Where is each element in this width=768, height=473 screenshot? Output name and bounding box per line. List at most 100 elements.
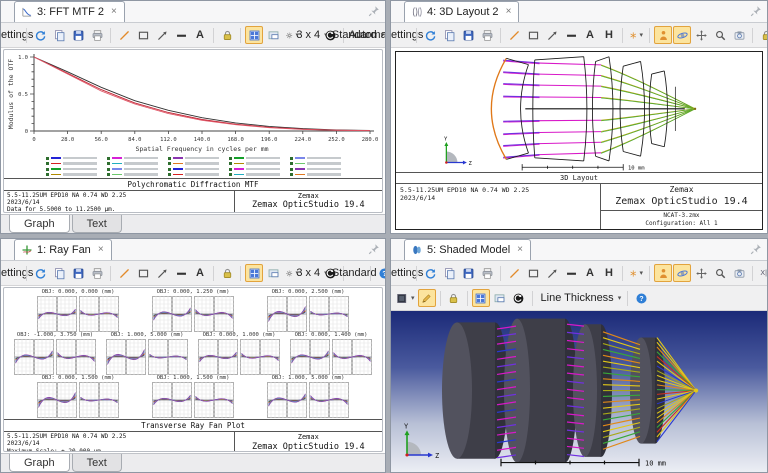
annotate-rectangle-button[interactable] (524, 26, 542, 44)
edge-pen-button[interactable] (418, 289, 436, 307)
view-xy-button[interactable]: X|Y (757, 264, 768, 282)
tab-3d-layout[interactable]: 4: 3D Layout 2 × (404, 1, 519, 22)
annotate-text-icon: A (196, 29, 204, 41)
fit-window-button[interactable] (245, 264, 263, 282)
text-tab[interactable]: Text (72, 215, 122, 233)
graph-tab[interactable]: Graph (9, 215, 70, 233)
annotate-halt-button[interactable]: H (600, 264, 618, 282)
annotate-dash-button[interactable] (562, 26, 580, 44)
refresh-button[interactable] (31, 264, 49, 282)
rayfan-content[interactable]: OBJ: 0.000, 0.000 (mm)OBJ: 0.000, 1.250 … (1, 286, 385, 453)
text-tab[interactable]: Text (72, 454, 122, 472)
close-icon[interactable]: × (517, 245, 523, 255)
invert-background-button[interactable] (510, 289, 528, 307)
help-button[interactable] (632, 289, 650, 307)
annotate-text-button[interactable]: A (191, 26, 209, 44)
pin-icon[interactable] (367, 4, 381, 18)
annotate-arrow-button[interactable] (543, 264, 561, 282)
close-icon[interactable]: × (506, 7, 512, 17)
pan-button[interactable] (692, 26, 710, 44)
save-button[interactable] (459, 264, 477, 282)
shaded-model-view[interactable]: Y Z 10 mm (391, 311, 767, 472)
save-button[interactable] (69, 26, 87, 44)
rotate-button[interactable] (654, 26, 672, 44)
annotate-text-icon: A (586, 29, 594, 41)
tab-ray-fan[interactable]: 1: Ray Fan × (14, 239, 112, 260)
graph-tab[interactable]: Graph (9, 454, 70, 472)
settings-button[interactable]: Settings (394, 264, 412, 282)
annotate-text-button[interactable]: A (581, 264, 599, 282)
help-button[interactable] (375, 264, 386, 282)
copy-button[interactable] (50, 26, 68, 44)
refresh-button[interactable] (421, 264, 439, 282)
zoom-button[interactable] (711, 26, 729, 44)
mtf-content[interactable]: 028.056.084.0112.0140.0168.0196.0224.025… (1, 48, 385, 214)
annotate-text-button[interactable]: A (581, 26, 599, 44)
layout-drawing[interactable]: Y Z 10 mm (396, 52, 762, 172)
standard-mode-button[interactable]: Standard▾ (348, 264, 366, 282)
print-button[interactable] (478, 26, 496, 44)
annotate-rectangle-button[interactable] (524, 264, 542, 282)
grid-size-button[interactable]: 3 x 4▾ (302, 26, 320, 44)
lock-button[interactable] (445, 289, 463, 307)
camera-button[interactable] (730, 264, 748, 282)
pin-icon[interactable] (749, 242, 763, 256)
print-button[interactable] (478, 264, 496, 282)
annotate-arrow-button[interactable] (543, 26, 561, 44)
color-swatch-button[interactable]: ▾ (394, 289, 417, 307)
settings-button[interactable]: Settings (4, 264, 22, 282)
ray-aiming-button[interactable]: ▾ (627, 264, 645, 282)
tab-shaded-model[interactable]: 5: Shaded Model × (404, 239, 531, 260)
annotate-line-button[interactable] (505, 26, 523, 44)
orbit-button[interactable] (673, 264, 691, 282)
pin-icon[interactable] (749, 4, 763, 18)
refresh-button[interactable] (421, 26, 439, 44)
copy-button[interactable] (440, 264, 458, 282)
settings-button[interactable]: Settings (394, 26, 412, 44)
grid-size-button[interactable]: 3 x 4▾ (302, 264, 320, 282)
tab-fft-mtf[interactable]: 3: FFT MTF 2 × (14, 1, 125, 22)
annotate-line-button[interactable] (505, 264, 523, 282)
fit-window-button[interactable] (472, 289, 490, 307)
annotate-halt-button[interactable]: H (600, 26, 618, 44)
aspect-ratio-button[interactable] (264, 264, 282, 282)
settings-button[interactable]: Settings (4, 26, 22, 44)
annotate-arrow-button[interactable] (153, 264, 171, 282)
rotate-button[interactable] (654, 264, 672, 282)
print-button[interactable] (88, 26, 106, 44)
print-icon (91, 267, 104, 280)
annotate-rectangle-button[interactable] (134, 264, 152, 282)
aspect-ratio-button[interactable] (264, 26, 282, 44)
print-button[interactable] (88, 264, 106, 282)
annotate-dash-button[interactable] (562, 264, 580, 282)
annotate-line-button[interactable] (115, 26, 133, 44)
automatic-mode-button[interactable]: Automatic▾ (367, 26, 385, 44)
copy-button[interactable] (50, 264, 68, 282)
zoom-button[interactable] (711, 264, 729, 282)
copy-button[interactable] (440, 26, 458, 44)
lock-button[interactable] (218, 264, 236, 282)
shaded-content[interactable]: Y Z 10 mm (391, 311, 767, 472)
ray-aiming-button[interactable]: ▾ (627, 26, 645, 44)
orbit-button[interactable] (673, 26, 691, 44)
pin-icon[interactable] (367, 242, 381, 256)
annotate-text-button[interactable]: A (191, 264, 209, 282)
camera-button[interactable] (730, 26, 748, 44)
fit-window-button[interactable] (245, 26, 263, 44)
close-icon[interactable]: × (111, 7, 117, 17)
line-thickness-button[interactable]: Line Thickness▾ (537, 289, 624, 307)
annotate-line-button[interactable] (115, 264, 133, 282)
refresh-button[interactable] (31, 26, 49, 44)
annotate-dash-button[interactable] (172, 264, 190, 282)
layout-content[interactable]: Y Z 10 mm 3D Layout 5.5-11.25UM EPD10 NA… (391, 48, 767, 233)
annotate-arrow-button[interactable] (153, 26, 171, 44)
lock-button[interactable] (218, 26, 236, 44)
lock-button[interactable] (757, 26, 768, 44)
pan-button[interactable] (692, 264, 710, 282)
aspect-ratio-button[interactable] (491, 289, 509, 307)
annotate-rectangle-button[interactable] (134, 26, 152, 44)
annotate-dash-button[interactable] (172, 26, 190, 44)
save-button[interactable] (459, 26, 477, 44)
save-button[interactable] (69, 264, 87, 282)
close-icon[interactable]: × (98, 245, 104, 255)
